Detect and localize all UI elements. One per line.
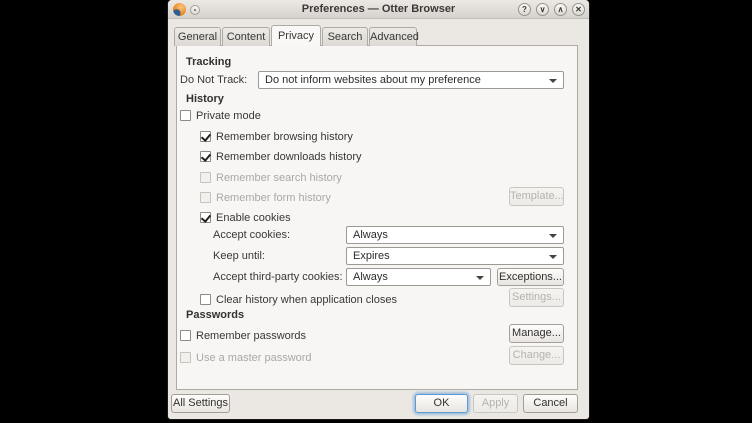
ok-button[interactable]: OK [415,394,468,413]
checkbox-icon [180,110,191,121]
checkbox-label: Remember passwords [196,330,306,342]
checkbox-icon [180,330,191,341]
checkbox-checked-icon [200,151,211,162]
section-header-passwords: Passwords [186,309,244,321]
settings-button[interactable]: Settings... [509,288,564,307]
help-icon: ? [522,5,527,14]
checkbox-label: Remember browsing history [216,131,353,143]
checkbox-icon [200,294,211,305]
accept-cookies-row: Accept cookies: [213,226,290,244]
tab-privacy[interactable]: Privacy [271,25,321,46]
checkbox-label: Remember downloads history [216,151,362,163]
dialog-body: General Content Privacy Search Advanced … [168,19,589,419]
privacy-panel: Tracking Do Not Track: Do not inform web… [176,45,578,390]
close-button[interactable]: ✕ [572,3,585,16]
checkbox-remember-form-history: Remember form history [200,191,331,204]
checkbox-clear-history-on-close[interactable]: Clear history when application closes [200,293,397,306]
tab-content[interactable]: Content [222,27,270,46]
checkbox-remember-search-history: Remember search history [200,171,342,184]
checkbox-label: Remember search history [216,172,342,184]
keep-until-label: Keep until: [213,250,265,262]
maximize-button[interactable]: ∧ [554,3,567,16]
keep-until-value: Expires [353,250,390,262]
chevron-down-icon: ∨ [540,5,546,14]
window-controls: ? ∨ ∧ ✕ [518,3,585,16]
manage-button[interactable]: Manage... [509,324,564,343]
checkbox-label: Private mode [196,110,261,122]
checkbox-label: Remember form history [216,192,331,204]
third-party-cookies-select[interactable]: Always [346,268,491,286]
chevron-up-icon: ∧ [558,5,564,14]
third-party-cookies-label: Accept third-party cookies: [213,271,343,283]
checkbox-enable-cookies[interactable]: Enable cookies [200,211,291,224]
checkbox-icon [200,172,211,183]
tab-advanced[interactable]: Advanced [369,27,417,46]
checkbox-icon [200,192,211,203]
checkbox-private-mode[interactable]: Private mode [180,109,261,122]
do-not-track-row: Do Not Track: [180,71,247,89]
checkbox-icon [180,352,191,363]
section-header-tracking: Tracking [186,56,231,68]
checkbox-use-master-password: Use a master password [180,351,312,364]
all-settings-button[interactable]: All Settings [171,394,230,413]
cancel-button[interactable]: Cancel [523,394,578,413]
accept-cookies-value: Always [353,229,388,241]
checkbox-label: Use a master password [196,352,312,364]
tab-bar: General Content Privacy Search Advanced [174,25,418,46]
checkbox-label: Clear history when application closes [216,294,397,306]
chevron-down-icon [476,276,484,280]
chevron-down-icon [549,255,557,259]
chevron-down-icon [549,79,557,83]
close-icon: ✕ [575,5,582,14]
keep-until-select[interactable]: Expires [346,247,564,265]
checkbox-remember-browsing-history[interactable]: Remember browsing history [200,130,353,143]
change-button[interactable]: Change... [509,346,564,365]
accept-cookies-label: Accept cookies: [213,229,290,241]
accept-cookies-select[interactable]: Always [346,226,564,244]
template-button[interactable]: Template... [509,187,564,206]
tab-search[interactable]: Search [322,27,368,46]
checkbox-remember-passwords[interactable]: Remember passwords [180,329,306,342]
preferences-window: Preferences — Otter Browser ? ∨ ∧ ✕ Gene… [168,0,589,419]
checkbox-checked-icon [200,131,211,142]
third-party-cookies-value: Always [353,271,388,283]
chevron-down-icon [549,234,557,238]
pin-button[interactable] [190,5,200,15]
exceptions-button[interactable]: Exceptions... [497,268,564,286]
do-not-track-select[interactable]: Do not inform websites about my preferen… [258,71,564,89]
checkbox-checked-icon [200,212,211,223]
app-icon[interactable] [173,3,186,16]
apply-button[interactable]: Apply [473,394,518,413]
section-header-history: History [186,93,224,105]
checkbox-label: Enable cookies [216,212,291,224]
keep-until-row: Keep until: [213,247,265,265]
do-not-track-value: Do not inform websites about my preferen… [265,74,481,86]
titlebar[interactable]: Preferences — Otter Browser ? ∨ ∧ ✕ [168,0,589,19]
pin-dot-icon [194,9,196,11]
tab-general[interactable]: General [174,27,221,46]
third-party-cookies-row: Accept third-party cookies: [213,268,343,286]
help-button[interactable]: ? [518,3,531,16]
checkbox-remember-downloads-history[interactable]: Remember downloads history [200,150,362,163]
shade-button[interactable]: ∨ [536,3,549,16]
do-not-track-label: Do Not Track: [180,74,247,86]
desktop-background: Preferences — Otter Browser ? ∨ ∧ ✕ Gene… [0,0,752,423]
